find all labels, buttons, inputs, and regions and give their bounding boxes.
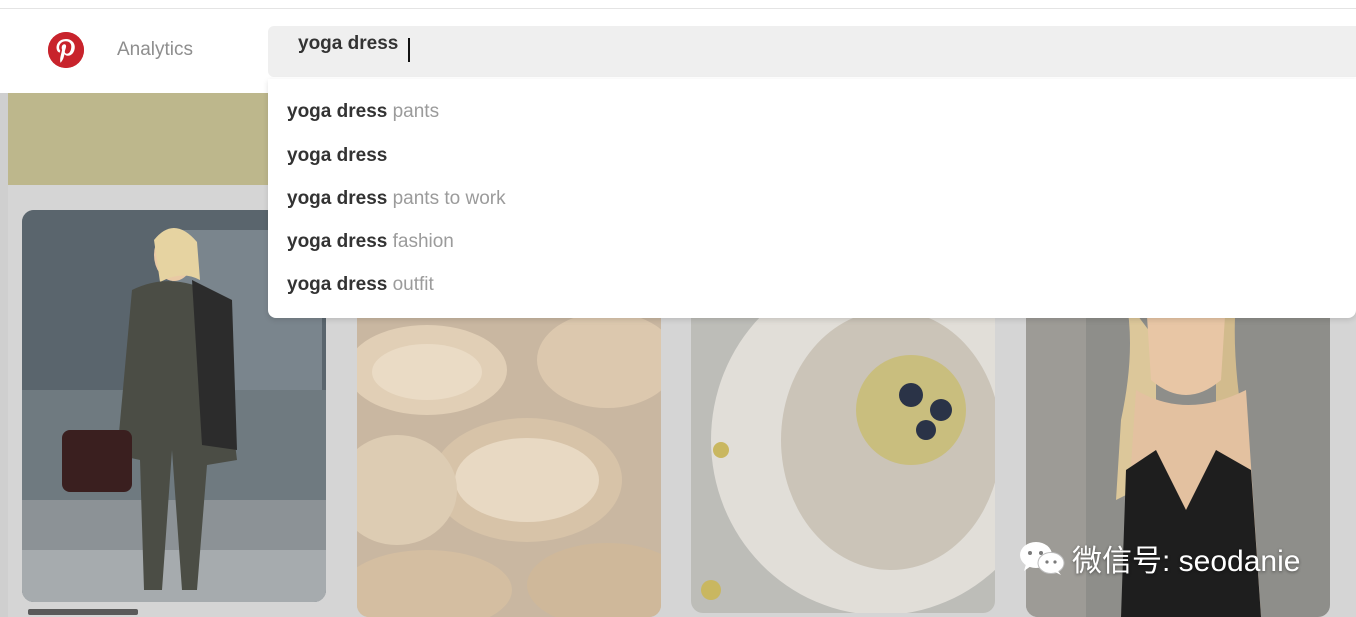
nav-analytics[interactable]: Analytics [117,39,193,61]
suggestion-item[interactable]: yoga dress fashion [287,231,454,253]
feed-banner [8,93,268,185]
suggestion-item[interactable]: yoga dress outfit [287,274,434,296]
suggestion-completion: pants [387,101,440,122]
wechat-icon [1020,542,1065,575]
suggestion-completion: pants to work [387,188,506,209]
pinterest-logo-glyph [48,32,84,68]
watermark-text: 微信号: seodanie [1072,545,1301,578]
suggestion-completion: outfit [387,274,434,295]
banana-slices-image [357,300,661,617]
pin-card-3[interactable] [691,300,995,613]
watermark: 微信号: seodanie [1018,538,1300,578]
pinterest-logo-icon[interactable] [48,32,84,68]
suggestion-match: yoga dress [287,231,388,252]
suggestion-match: yoga dress [287,145,388,166]
suggestion-match: yoga dress [287,188,388,209]
feed-edge [0,93,8,617]
search-suggestions-dropdown: yoga dress pants yoga dress yoga dress p… [268,79,1356,318]
pin-caption [28,609,138,615]
suggestion-item[interactable]: yoga dress [287,145,387,167]
pin-card-2[interactable] [357,300,661,617]
suggestion-item[interactable]: yoga dress pants [287,101,439,123]
suggestion-match: yoga dress [287,101,388,122]
text-caret [408,38,410,62]
suggestion-completion: fashion [387,231,454,252]
oatmeal-bowl-image [691,300,995,613]
search-input[interactable] [298,29,1298,59]
suggestion-item[interactable]: yoga dress pants to work [287,188,506,210]
suggestion-match: yoga dress [287,274,388,295]
